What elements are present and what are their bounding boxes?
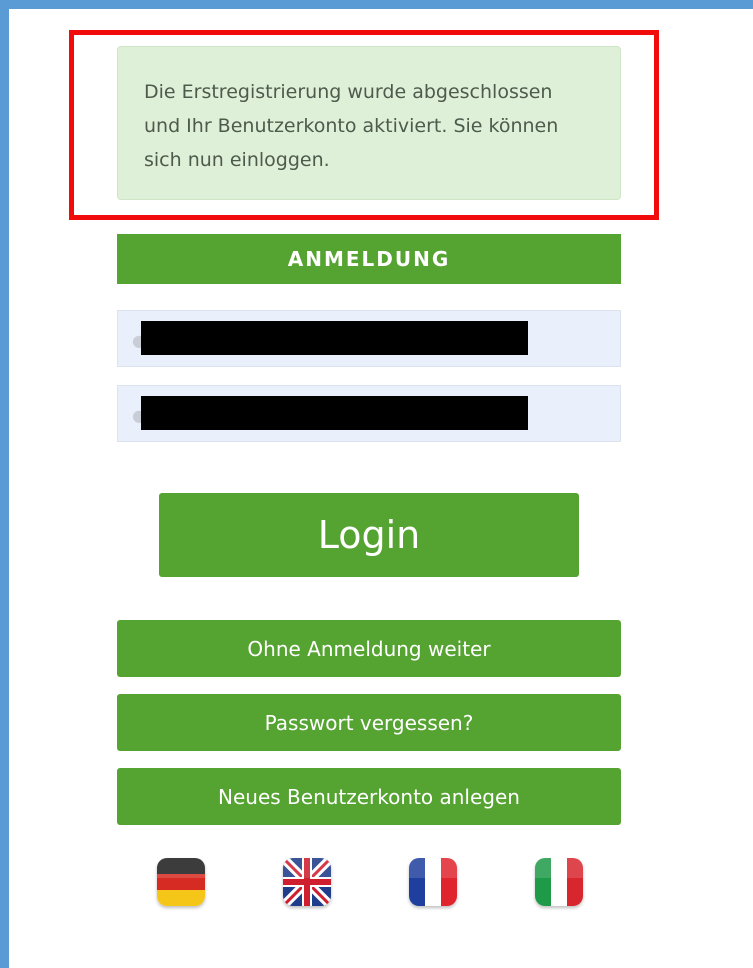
alert-text-line-3: sich nun einloggen. <box>144 149 330 171</box>
fr-flag-icon[interactable] <box>409 858 457 906</box>
password-field[interactable]: ● <box>117 385 621 442</box>
login-button[interactable]: Login <box>159 493 579 577</box>
redaction-bar <box>141 396 528 430</box>
window-frame-top <box>0 0 753 9</box>
create-account-button[interactable]: Neues Benutzerkonto anlegen <box>117 768 621 825</box>
uk-flag-icon[interactable] <box>283 858 331 906</box>
login-section-header: ANMELDUNG <box>117 234 621 284</box>
alert-text-line-2: und Ihr Benutzerkonto aktiviert. Sie kön… <box>144 115 559 137</box>
window-frame-left <box>0 0 9 968</box>
alert-text-line-1: Die Erstregistrierung wurde abgeschlosse… <box>144 81 553 103</box>
continue-without-login-button[interactable]: Ohne Anmeldung weiter <box>117 620 621 677</box>
it-flag-icon[interactable] <box>535 858 583 906</box>
language-selector <box>0 858 753 910</box>
forgot-password-button[interactable]: Passwort vergessen? <box>117 694 621 751</box>
username-field[interactable]: ● <box>117 310 621 367</box>
de-flag-icon[interactable] <box>157 858 205 906</box>
redaction-bar <box>141 321 528 355</box>
success-alert: Die Erstregistrierung wurde abgeschlosse… <box>117 46 621 200</box>
